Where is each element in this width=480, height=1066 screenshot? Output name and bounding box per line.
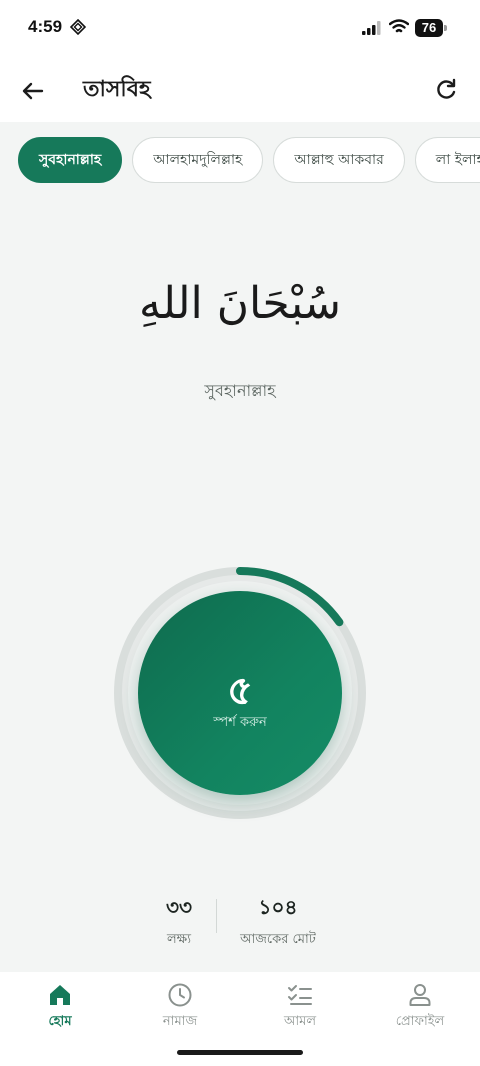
dhikr-chip-row: সুবহানাল্লাহ আলহামদুলিল্লাহ আল্লাহু আকবা… xyxy=(18,137,480,183)
tap-hint: স্পর্শ করুন xyxy=(213,715,267,730)
nav-prayer[interactable]: নামাজ xyxy=(120,982,240,1032)
app-header: তাসবিহ xyxy=(0,56,480,122)
nav-profile[interactable]: প্রোফাইল xyxy=(360,982,480,1032)
status-time: 4:59 xyxy=(28,17,63,36)
user-icon xyxy=(409,984,431,1006)
wifi-icon xyxy=(389,19,409,33)
chip-allahu-akbar[interactable]: আল্লাহু আকবার xyxy=(273,137,405,183)
home-icon xyxy=(50,985,70,1005)
chip-alhamdulillah[interactable]: আলহামদুলিল্লাহ xyxy=(132,137,264,183)
target-label: লক্ষ্য xyxy=(167,932,191,947)
focus-mode-icon xyxy=(70,19,86,35)
target-stat: ৩৩ লক্ষ্য xyxy=(140,893,218,951)
tap-counter-button[interactable]: ৫ স্পর্শ করুন xyxy=(138,591,342,795)
counter: ৫ স্পর্শ করুন xyxy=(110,563,370,823)
status-bar: 4:59 76 xyxy=(0,0,480,56)
nav-home-label: হোম xyxy=(48,1014,72,1029)
stat-divider xyxy=(216,899,217,933)
nav-amal-label: আমল xyxy=(283,1014,317,1029)
arabic-dhikr-text: سُبْحَانَ اللهِ xyxy=(138,278,342,329)
signal-icon xyxy=(362,21,381,35)
back-button[interactable] xyxy=(18,76,48,106)
target-value: ৩৩ xyxy=(165,895,192,919)
today-total-stat: ১০৪ আজকের মোট xyxy=(228,893,328,951)
page-title: তাসবিহ xyxy=(83,77,151,102)
today-total-label: আজকের মোট xyxy=(240,932,316,947)
today-total-value: ১০৪ xyxy=(258,895,298,919)
chip-subhanallah[interactable]: সুবহানাল্লাহ xyxy=(18,137,123,183)
battery-icon: 76 xyxy=(415,19,447,37)
refresh-button[interactable] xyxy=(432,76,460,104)
nav-amal[interactable]: আমল xyxy=(240,982,360,1032)
clock-icon xyxy=(168,983,192,1007)
home-indicator xyxy=(177,1050,303,1055)
nav-home[interactable]: হোম xyxy=(0,982,120,1032)
nav-prayer-label: নামাজ xyxy=(162,1014,198,1029)
checklist-icon xyxy=(288,985,312,1005)
battery-level: 76 xyxy=(415,19,443,37)
dhikr-transliteration: সুবহানাল্লাহ xyxy=(204,381,276,400)
nav-profile-label: প্রোফাইল xyxy=(395,1014,445,1029)
stats: ৩৩ লক্ষ্য ১০৪ আজকের মোট xyxy=(0,893,480,947)
chip-la-ilaha-illallah[interactable]: লা ইলাহা ইল্লাল্লাহ xyxy=(414,137,480,183)
